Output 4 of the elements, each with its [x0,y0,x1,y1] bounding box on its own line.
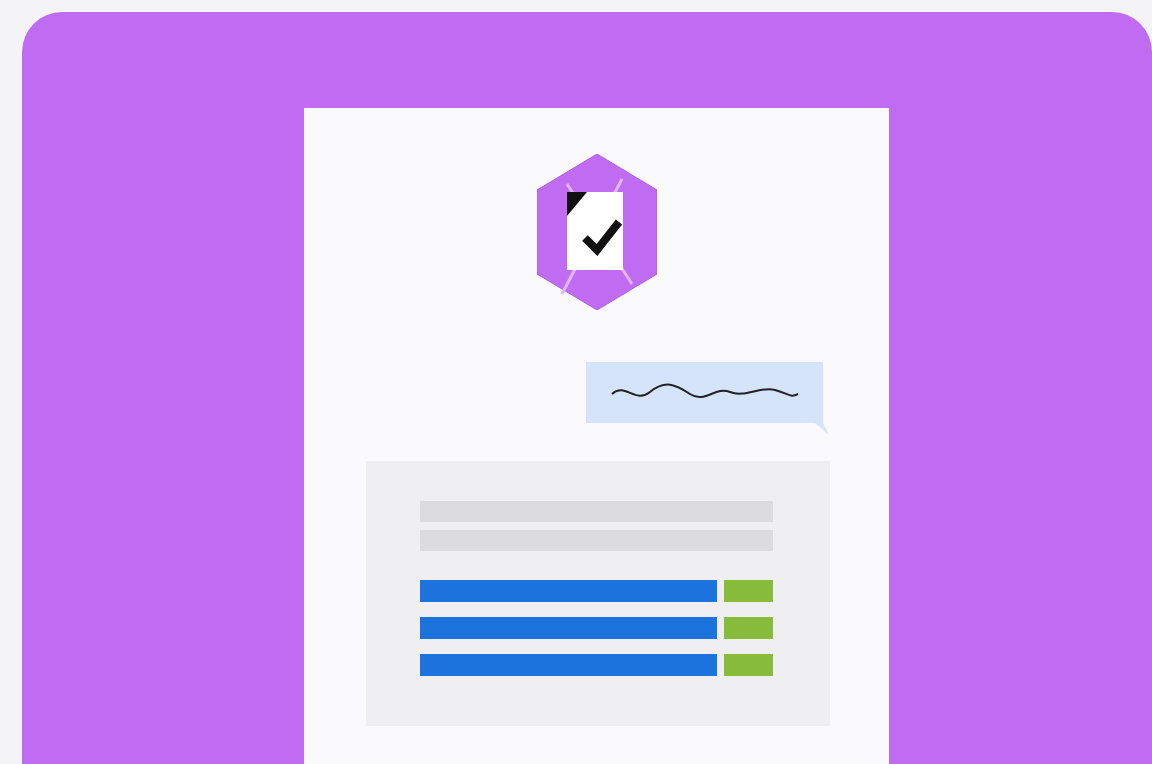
option-tag [724,654,773,676]
option-tag [724,580,773,602]
document-check-icon [536,154,657,310]
option-tag [724,617,773,639]
